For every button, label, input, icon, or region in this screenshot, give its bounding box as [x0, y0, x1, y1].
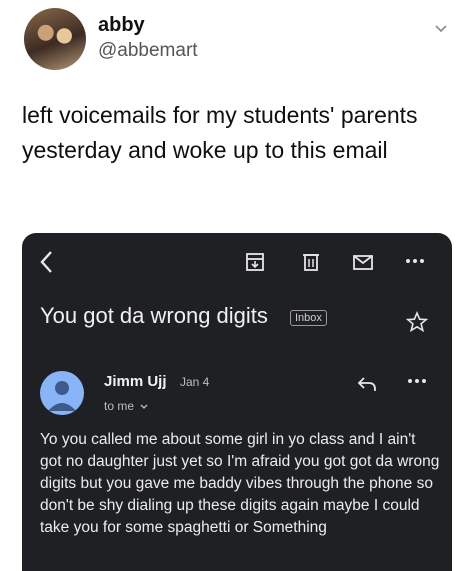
reply-icon[interactable] — [356, 375, 378, 393]
profile-avatar[interactable] — [24, 8, 86, 70]
delete-icon[interactable] — [300, 251, 322, 273]
mark-unread-icon[interactable] — [352, 251, 374, 273]
recipient-label: to me — [104, 399, 135, 413]
recipient-details[interactable]: to me — [104, 399, 148, 413]
more-icon[interactable] — [404, 257, 426, 265]
user-handle[interactable]: @abbemart — [98, 40, 198, 62]
chevron-down-icon — [140, 404, 148, 409]
chevron-down-icon[interactable] — [434, 22, 448, 36]
person-icon — [48, 381, 76, 411]
sender-avatar — [40, 371, 84, 415]
tweet-text: left voicemails for my students' parents… — [22, 102, 418, 163]
display-name[interactable]: abby — [98, 14, 145, 37]
inbox-label[interactable]: Inbox — [290, 310, 327, 326]
back-arrow-icon[interactable] — [38, 249, 56, 275]
sender-name: Jimm Ujj — [104, 373, 167, 390]
star-icon[interactable] — [406, 311, 428, 333]
email-date: Jan 4 — [180, 375, 210, 389]
email-screenshot: You got da wrong digits Inbox Jimm Ujj J… — [22, 233, 452, 571]
archive-icon[interactable] — [244, 251, 266, 273]
more-icon[interactable] — [406, 377, 428, 385]
email-body: Yo you called me about some girl in yo c… — [40, 431, 440, 536]
email-subject: You got da wrong digits — [40, 303, 268, 328]
